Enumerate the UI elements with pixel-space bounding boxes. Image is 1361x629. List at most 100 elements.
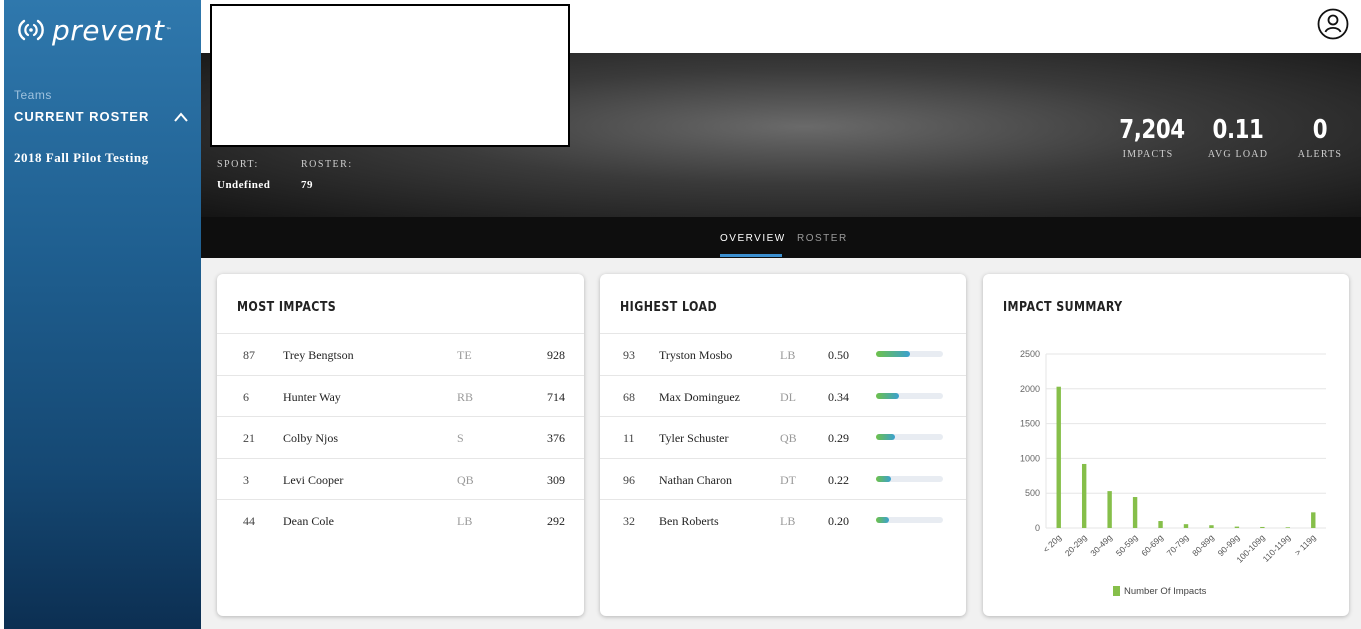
jersey-number: 32 bbox=[623, 514, 635, 528]
impact-count: 714 bbox=[547, 389, 565, 404]
impact-count: 928 bbox=[547, 348, 565, 362]
impact-summary-chart: 0 500 1000 1500 2000 2500 < 20g 20-29g 30-49g 50-… bbox=[1020, 349, 1326, 597]
player-name: Colby Njos bbox=[283, 431, 339, 445]
stat-alerts: 0 ALERTS bbox=[1287, 115, 1353, 160]
table-row[interactable]: 44 Dean Cole LB 292 bbox=[217, 500, 584, 542]
chart-bar bbox=[1132, 497, 1138, 528]
user-account-icon[interactable] bbox=[1317, 8, 1349, 40]
prevent-logo-icon bbox=[18, 19, 44, 41]
teams-label: Teams bbox=[14, 88, 52, 102]
chart-bar bbox=[1081, 463, 1087, 528]
load-bar-fill bbox=[876, 392, 899, 399]
y-tick-label: 0 bbox=[1035, 523, 1040, 533]
logo-wordmark: prevent bbox=[52, 13, 165, 47]
load-bar-fill bbox=[876, 517, 890, 523]
load-value: 0.29 bbox=[828, 431, 849, 445]
impact-count: 309 bbox=[547, 472, 565, 487]
impact-summary-card: IMPACT SUMMARY 0 500 1000 1500 2000 2500 < 20g… bbox=[983, 274, 1349, 616]
active-tab-indicator bbox=[720, 254, 782, 257]
table-row[interactable]: 87 Trey Bengtson TE 928 bbox=[217, 334, 584, 376]
most-impacts-list: 87 Trey Bengtson TE 928 6 Hunter Way RB … bbox=[217, 334, 584, 542]
table-row[interactable]: 93 Tryston Mosbo LB 0.50 bbox=[600, 334, 966, 376]
highest-load-list: 93 Tryston Mosbo LB 0.50 68 Max Domingue… bbox=[600, 334, 966, 542]
tab-bar: OVERVIEW ROSTER bbox=[201, 217, 1361, 258]
chart-bar bbox=[1158, 521, 1163, 528]
impact-count: 376 bbox=[547, 431, 565, 445]
x-tick-label: 30-49g bbox=[1088, 532, 1114, 558]
chart-bar bbox=[1311, 512, 1316, 528]
chart-bar bbox=[1209, 525, 1214, 528]
table-row[interactable]: 68 Max Dominguez DL 0.34 bbox=[600, 376, 966, 417]
load-bar-fill bbox=[876, 351, 910, 357]
jersey-number: 93 bbox=[623, 348, 635, 362]
player-name: Max Dominguez bbox=[659, 389, 740, 404]
load-value: 0.20 bbox=[828, 514, 849, 528]
x-tick-label: > 119g bbox=[1293, 532, 1318, 557]
table-row[interactable]: 6 Hunter Way RB 714 bbox=[217, 376, 584, 417]
y-tick-label: 2500 bbox=[1020, 349, 1040, 359]
highest-load-title: HIGHEST LOAD bbox=[620, 300, 718, 315]
avg-load-value: 0.11 bbox=[1212, 115, 1264, 145]
jersey-number: 6 bbox=[243, 389, 249, 404]
app-logo[interactable]: prevent ™ bbox=[16, 13, 172, 47]
chart-bar bbox=[1056, 386, 1061, 528]
jersey-number: 68 bbox=[623, 389, 635, 404]
chart-bar bbox=[1260, 526, 1265, 528]
x-tick-label: 60-69g bbox=[1139, 532, 1165, 558]
player-name: Nathan Charon bbox=[659, 472, 732, 487]
stat-avg-load: 0.11 AVG LOAD bbox=[1203, 115, 1273, 160]
redacted-title-box bbox=[210, 4, 570, 147]
jersey-number: 96 bbox=[623, 472, 635, 487]
x-tick-label: 50-59g bbox=[1114, 532, 1140, 558]
highest-load-card: HIGHEST LOAD 93 Tryston Mosbo LB 0.50 68… bbox=[600, 274, 966, 616]
table-row[interactable]: 21 Colby Njos S 376 bbox=[217, 417, 584, 459]
table-row[interactable]: 11 Tyler Schuster QB 0.29 bbox=[600, 417, 966, 459]
legend-label: Number Of Impacts bbox=[1124, 586, 1207, 597]
jersey-number: 21 bbox=[243, 431, 255, 445]
most-impacts-title: MOST IMPACTS bbox=[237, 300, 337, 315]
player-name: Levi Cooper bbox=[283, 472, 344, 487]
table-row[interactable]: 32 Ben Roberts LB 0.20 bbox=[600, 500, 966, 542]
player-position: DL bbox=[780, 389, 796, 404]
load-value: 0.50 bbox=[828, 348, 849, 362]
load-bar bbox=[876, 434, 943, 440]
roster-value: 79 bbox=[301, 179, 313, 191]
current-roster-label: CURRENT ROSTER bbox=[14, 109, 150, 124]
player-position: QB bbox=[457, 472, 474, 487]
player-position: LB bbox=[457, 514, 473, 528]
load-bar bbox=[876, 351, 943, 357]
chart-bar bbox=[1285, 527, 1291, 528]
player-name: Hunter Way bbox=[283, 389, 341, 404]
logo-trademark: ™ bbox=[165, 26, 172, 34]
y-tick-label: 2000 bbox=[1020, 384, 1040, 394]
sport-value: Undefined bbox=[217, 179, 271, 191]
current-roster-toggle[interactable]: CURRENT ROSTER bbox=[14, 109, 189, 124]
player-position: LB bbox=[780, 514, 796, 528]
alerts-label: ALERTS bbox=[1297, 149, 1343, 160]
load-bar bbox=[876, 475, 943, 482]
player-position: QB bbox=[780, 431, 797, 445]
impact-count: 292 bbox=[547, 514, 565, 528]
jersey-number: 3 bbox=[243, 472, 249, 487]
chevron-up-icon bbox=[174, 111, 188, 122]
tab-overview[interactable]: OVERVIEW bbox=[720, 233, 786, 244]
table-row[interactable]: 96 Nathan Charon DT 0.22 bbox=[600, 459, 966, 500]
jersey-number: 87 bbox=[243, 348, 255, 362]
load-value: 0.34 bbox=[828, 389, 849, 404]
tab-roster[interactable]: ROSTER bbox=[797, 233, 848, 244]
jersey-number: 11 bbox=[623, 431, 635, 445]
impacts-count: 7,204 bbox=[1119, 115, 1185, 145]
player-name: Tyler Schuster bbox=[659, 431, 729, 445]
impact-summary-title: IMPACT SUMMARY bbox=[1003, 300, 1123, 315]
impacts-label: IMPACTS bbox=[1122, 149, 1174, 160]
load-bar bbox=[876, 517, 943, 523]
table-row[interactable]: 3 Levi Cooper QB 309 bbox=[217, 459, 584, 500]
x-tick-label: 20-29g bbox=[1063, 532, 1089, 558]
load-bar bbox=[876, 392, 943, 399]
sidebar-item-team[interactable]: 2018 Fall Pilot Testing bbox=[14, 150, 149, 166]
player-name: Tryston Mosbo bbox=[659, 348, 733, 362]
x-tick-label: 100-109g bbox=[1234, 532, 1267, 565]
chart-bar bbox=[1183, 524, 1189, 528]
most-impacts-card: MOST IMPACTS 87 Trey Bengtson TE 928 6 H… bbox=[217, 274, 584, 616]
x-tick-label: 70-79g bbox=[1165, 532, 1191, 558]
